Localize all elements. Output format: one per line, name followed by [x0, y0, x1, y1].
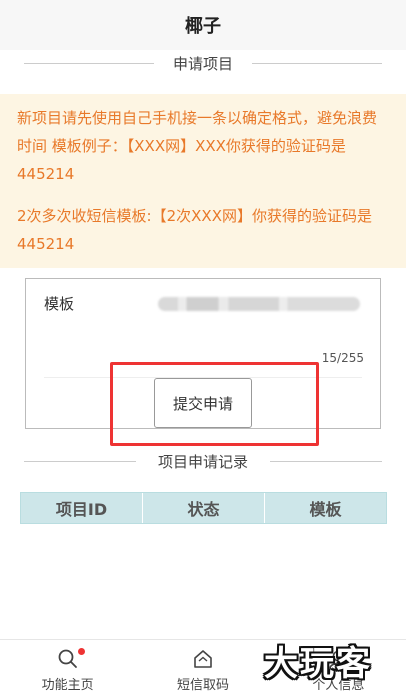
divider-line-right [270, 461, 382, 462]
records-section-header: 项目申请记录 [0, 448, 406, 474]
template-label: 模板 [44, 295, 75, 313]
top-bar: 椰子 [0, 0, 406, 50]
home-icon [192, 648, 214, 670]
char-count: 15/255 [321, 351, 364, 365]
tab-label: 功能主页 [41, 678, 94, 693]
notice-line-2: 2次多次收短信模板:【2次XXX网】你获得的验证码是445214 [17, 207, 372, 253]
watermark-logo: 大玩客 [264, 644, 372, 684]
app-title: 椰子 [185, 16, 221, 37]
apply-section-header: 申请项目 [0, 50, 406, 76]
column-header-project-id: 项目ID [55, 500, 108, 519]
tab-label: 短信取码 [176, 678, 229, 693]
records-section-title: 项目申请记录 [143, 450, 262, 472]
tab-sms-code[interactable]: 短信取码 [135, 640, 270, 695]
highlight-annotation-box [110, 362, 319, 446]
tab-home[interactable]: 功能主页 [0, 640, 135, 695]
column-header-template: 模板 [264, 493, 386, 523]
notice-box: 新项目请先使用自己手机接一条以确定格式，避免浪费时间 模板例子：【XXX网】XX… [0, 94, 406, 268]
apply-section-title: 申请项目 [158, 52, 247, 74]
column-header-status: 状态 [142, 493, 264, 523]
divider-line-left [24, 63, 154, 64]
template-input-redacted[interactable] [158, 297, 360, 311]
divider-line-left [24, 461, 136, 462]
notice-line-1: 新项目请先使用自己手机接一条以确定格式，避免浪费时间 模板例子：【XXX网】XX… [17, 109, 378, 183]
records-table-header: 项目ID 状态 模板 [20, 492, 387, 524]
divider-line-right [252, 63, 382, 64]
notification-dot [77, 648, 85, 655]
search-icon [57, 648, 85, 670]
